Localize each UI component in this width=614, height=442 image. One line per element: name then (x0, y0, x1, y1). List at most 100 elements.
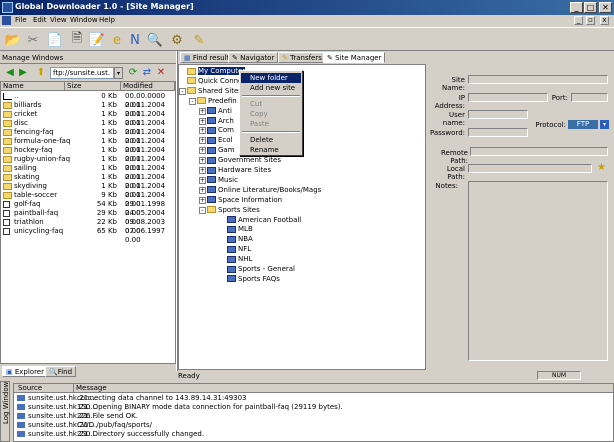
log-row[interactable]: sunsite.ust.hk:21:... 226 File send OK. (14, 412, 604, 420)
close-button[interactable]: ✕ (599, 2, 612, 13)
tree-node[interactable]: Sports Sites (207, 206, 260, 215)
tree-node[interactable]: Online Literature/Books/Mags (207, 186, 321, 195)
tree-node[interactable]: Com (207, 126, 234, 135)
tree-expander[interactable]: - (189, 97, 196, 105)
file-row[interactable]: rugby-union-faq 1 Kb 20.11.2004 0.00 (1, 155, 175, 172)
tree-expander[interactable]: + (199, 196, 206, 204)
log-row[interactable]: sunsite.ust.hk:21:... 250 Directory succe… (14, 430, 604, 438)
log-row[interactable]: sunsite.ust.hk:21:... CWD /pub/faq/sports… (14, 421, 604, 429)
menu-item-delete[interactable]: Delete (241, 135, 301, 145)
notes-icon[interactable]: 📝 (86, 30, 108, 50)
tree-node[interactable]: Anti (207, 107, 232, 116)
tree-node[interactable]: Hardware Sites (207, 166, 271, 175)
mdi-close-button[interactable]: x (600, 16, 609, 25)
site-name-field[interactable] (468, 75, 608, 84)
forward-icon[interactable]: ▶ (17, 67, 29, 79)
file-row[interactable]: sailing 1 Kb 20.11.2004 0.00 (1, 164, 175, 181)
tree-node[interactable]: Sports FAQs (227, 275, 280, 284)
tree-node[interactable]: Music (207, 176, 238, 185)
tree-expander[interactable]: + (199, 167, 206, 174)
back-icon[interactable]: ◀ (4, 67, 16, 79)
file-row[interactable]: triathlon 22 Kb 09.08.2003 0.00 (1, 218, 175, 235)
tree-node[interactable]: Predefin (197, 97, 237, 106)
column-modified[interactable]: Modified (121, 82, 175, 91)
tree-node[interactable]: NFL (227, 245, 251, 254)
protocol-select[interactable]: FTP (568, 120, 598, 129)
file-row[interactable]: disc 1 Kb 20.11.2004 0.00 (1, 119, 175, 136)
file-row[interactable]: unicycling-faq 65 Kb 07.06.1997 0.00 (1, 227, 175, 244)
tree-node[interactable]: Arch (207, 117, 234, 126)
edit-icon[interactable]: ✎ (188, 30, 210, 50)
tree-node[interactable]: Ecol (207, 136, 233, 145)
tab-find[interactable]: 🔍Find (45, 366, 77, 377)
browse-folder-icon[interactable]: ★ (595, 162, 608, 174)
tree-expander[interactable]: + (199, 186, 206, 194)
tab-transfers[interactable]: ✎ Transfers (278, 52, 326, 63)
minimize-button[interactable]: _ (570, 2, 583, 13)
file-row[interactable]: table-soccer 9 Kb 20.11.2004 0.00 (1, 191, 175, 208)
menu-item-new-folder[interactable]: New folder (241, 73, 301, 83)
file-row[interactable]: formula-one-faq 1 Kb 20.11.2004 0.00 (1, 137, 175, 154)
column-name[interactable]: Name (1, 82, 65, 91)
go-icon[interactable]: ⟳ (127, 67, 139, 79)
document-icon[interactable]: 🗎 (66, 30, 88, 50)
tree-expander[interactable]: - (179, 87, 186, 95)
tree-node[interactable]: Government Sites (207, 156, 281, 165)
column-size[interactable]: Size (65, 82, 121, 91)
file-row[interactable]: fencing-faq 1 Kb 20.11.2004 0.00 (1, 128, 175, 145)
remote-path-field[interactable] (470, 147, 608, 156)
tree-node[interactable]: Quick Conne (187, 77, 242, 86)
file-row[interactable]: cricket 1 Kb 20.11.2004 0.00 (1, 110, 175, 127)
tree-node[interactable]: Gam (207, 146, 235, 155)
file-row[interactable]: billiards 1 Kb 20.11.2004 0.00 (1, 101, 175, 118)
file-row[interactable]: skydiving 1 Kb 20.11.2004 0.00 (1, 182, 175, 199)
tree-expander[interactable]: + (199, 107, 206, 115)
maximize-button[interactable]: □ (584, 2, 597, 13)
tree-expander[interactable]: + (199, 117, 206, 125)
file-row[interactable]: .. 0 Kb 00.00.0000 0.00 (1, 92, 175, 109)
notes-field[interactable] (468, 181, 608, 361)
open-icon[interactable]: 📂 (2, 30, 24, 50)
tree-node[interactable]: Sports - General (227, 265, 295, 274)
tree-expander[interactable]: + (199, 176, 206, 184)
tab-navigator[interactable]: ✎ Navigator (228, 52, 279, 63)
user-name-field[interactable] (468, 110, 528, 119)
log-column-message[interactable]: Message (74, 384, 614, 393)
file-row[interactable]: golf-faq 54 Kb 29.01.1998 0.00 (1, 200, 175, 217)
address-dropdown-icon[interactable]: ▾ (114, 67, 123, 79)
tree-node[interactable]: Shared Sites (187, 87, 242, 96)
tools-icon[interactable]: ✂ (22, 30, 44, 50)
ftp-icon[interactable]: ⚙ (166, 30, 188, 50)
tree-expander[interactable]: + (199, 157, 206, 165)
tree-expander[interactable]: + (199, 147, 206, 155)
address-input[interactable]: ftp://sunsite.ust. (50, 67, 114, 79)
file-row[interactable]: hockey-faq 1 Kb 20.11.2004 0.00 (1, 146, 175, 163)
menu-edit[interactable]: Edit (33, 16, 47, 24)
netscape-icon[interactable]: N (124, 30, 146, 50)
tree-expander[interactable]: + (199, 127, 206, 135)
menu-file[interactable]: File (15, 16, 27, 24)
tab-explorer[interactable]: ▣ Explorer (2, 366, 48, 377)
mdi-restore-button[interactable]: ▫ (586, 16, 595, 25)
log-column-source[interactable]: Source (14, 384, 74, 393)
search-icon[interactable]: 🔍 (144, 30, 166, 50)
copy-icon[interactable]: 📄 (44, 30, 66, 50)
tree-node[interactable]: American Football (227, 216, 301, 225)
tree-node[interactable]: MLB (227, 225, 253, 234)
log-list[interactable]: Source Message sunsite.ust.hk:21:... conn… (13, 383, 614, 442)
mdi-minimize-button[interactable]: _ (574, 16, 583, 25)
tab-site-manager[interactable]: ✎ Site Manager (323, 52, 386, 63)
tree-node[interactable]: NHL (227, 255, 252, 264)
tree-expander[interactable]: + (199, 137, 206, 145)
title-bar[interactable]: Global Downloader 1.0 - [Site Manager] _… (0, 0, 614, 15)
disconnect-icon[interactable]: ✕ (155, 67, 167, 79)
up-folder-icon[interactable]: ⬆ (35, 67, 47, 79)
file-list[interactable]: Name Size Modified .. 0 Kb 00.00.0000 0.00… (0, 81, 176, 364)
menu-item-add-new-site[interactable]: Add new site (241, 83, 301, 93)
mdi-child-icon[interactable] (2, 16, 11, 25)
password-field[interactable] (468, 128, 528, 137)
file-row[interactable]: paintball-faq 29 Kb 24.05.2004 0.00 (1, 209, 175, 226)
tree-expander[interactable]: - (199, 206, 206, 214)
protocol-dropdown-icon[interactable]: ▾ (600, 120, 609, 129)
tree-node[interactable]: My Computer (187, 67, 246, 76)
